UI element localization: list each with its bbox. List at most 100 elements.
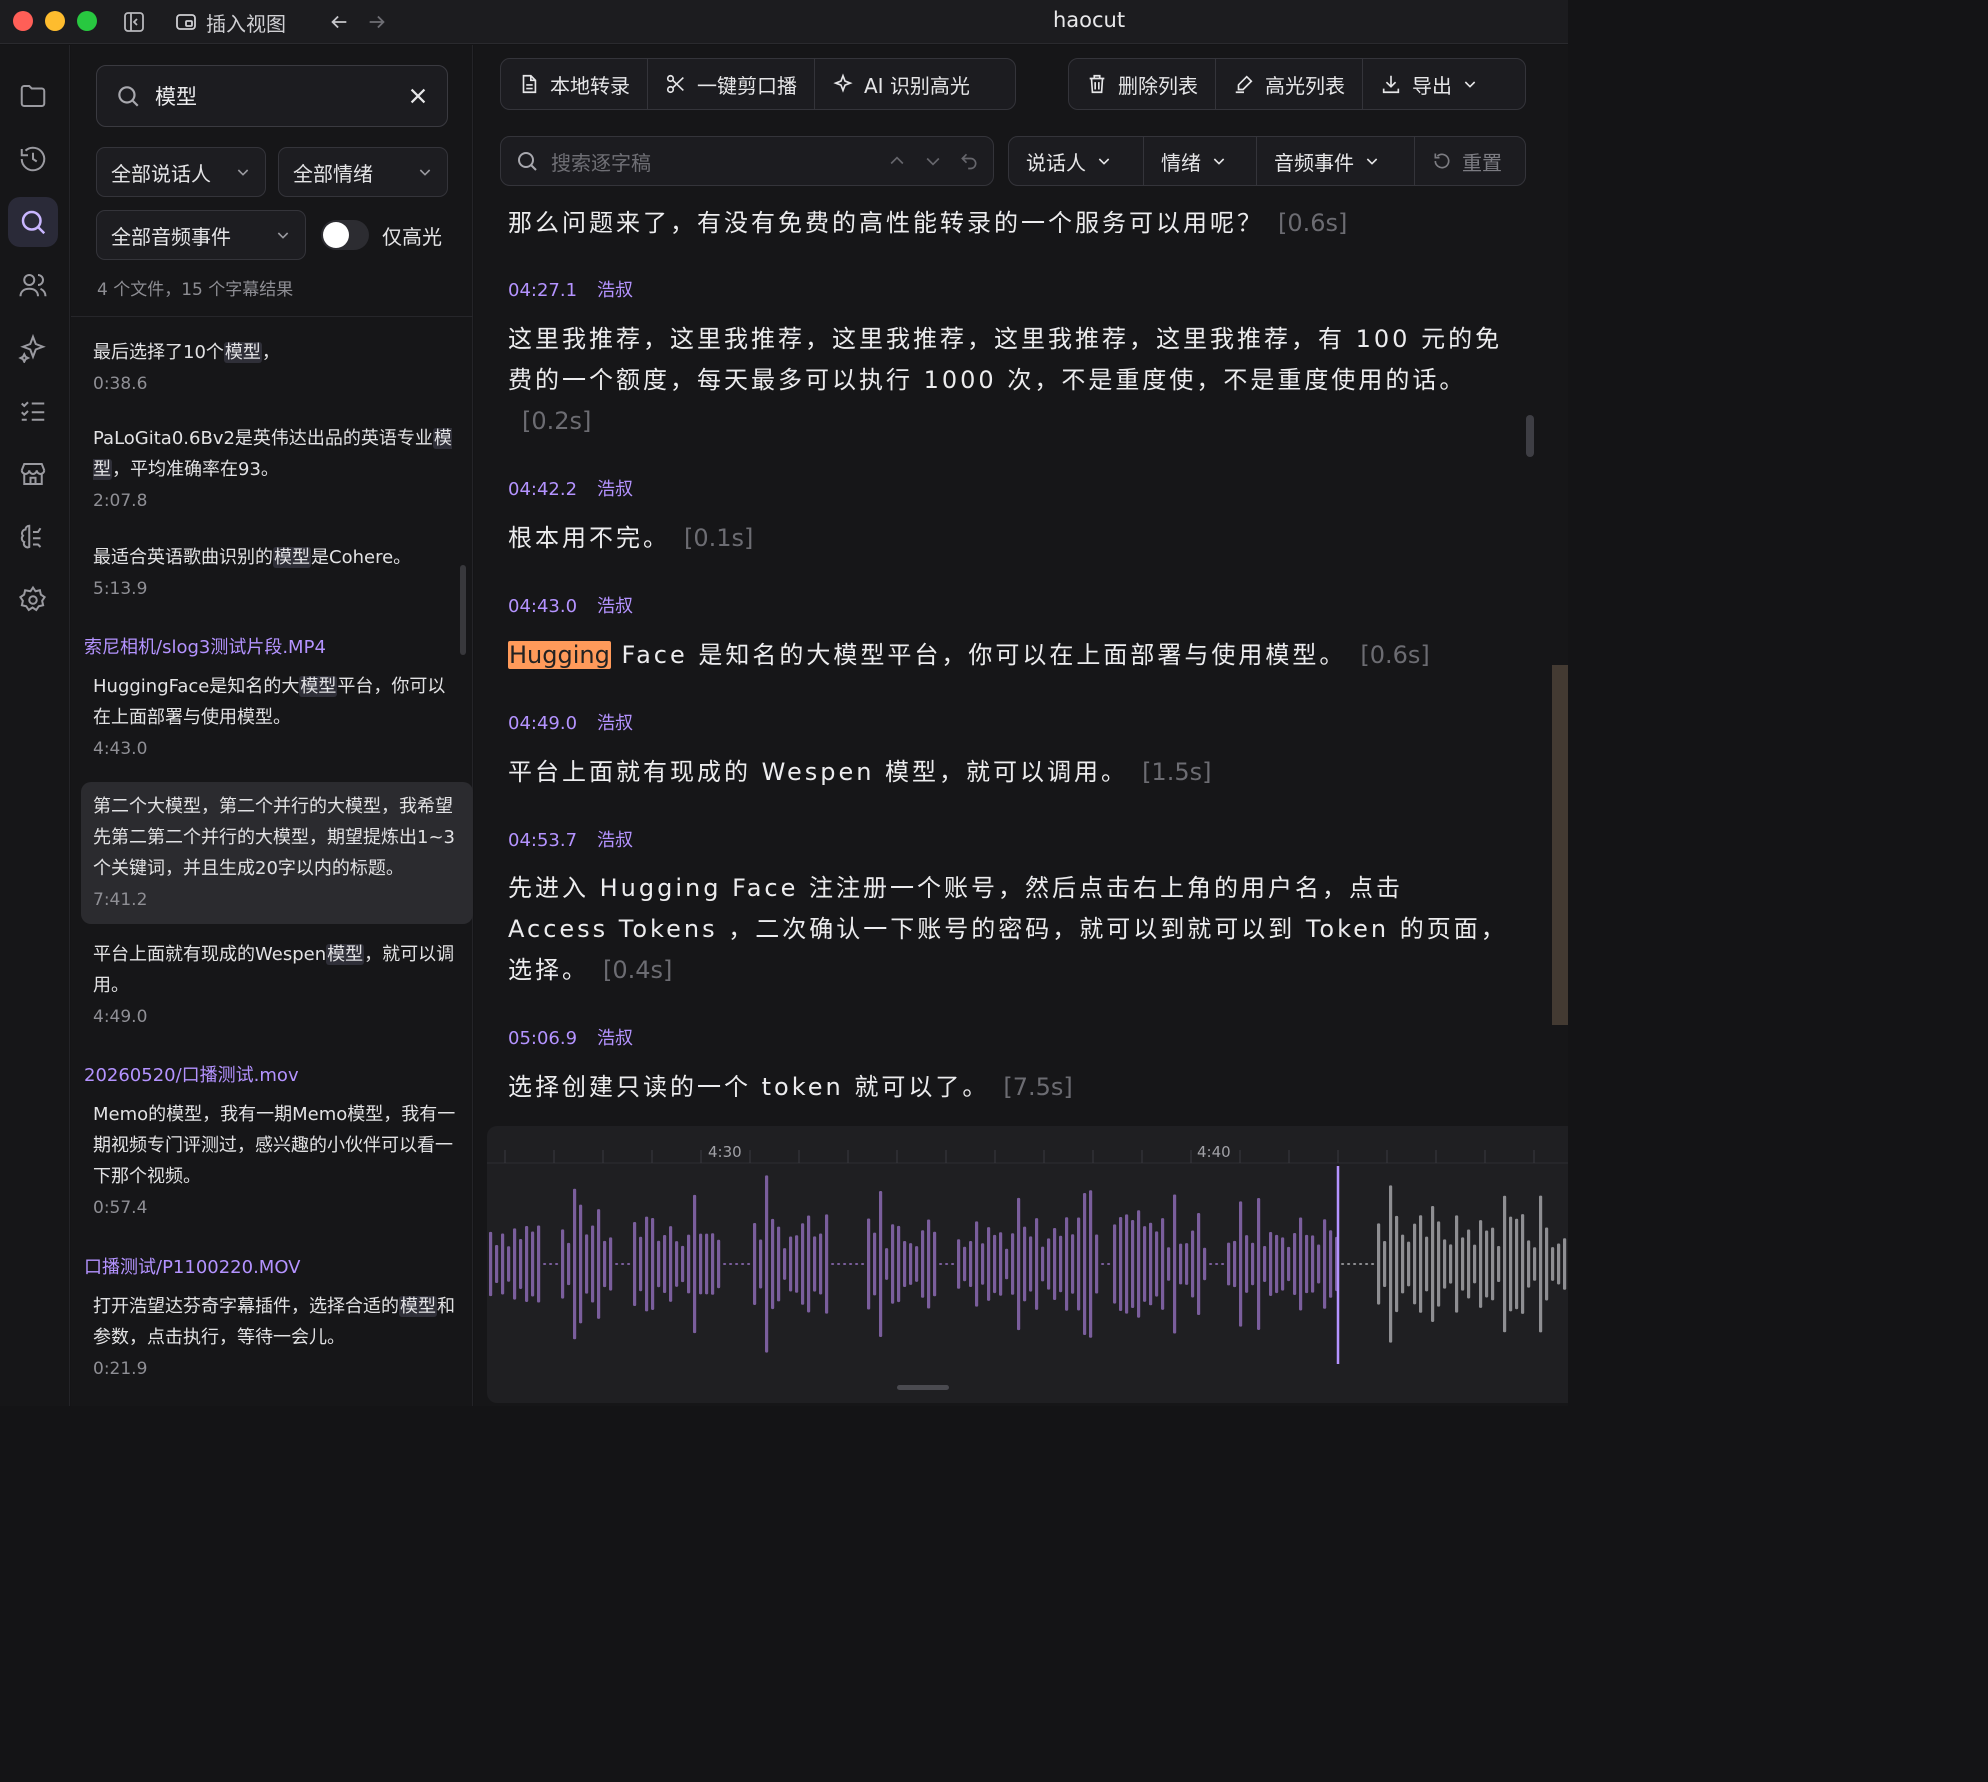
waveform-bar (885, 1248, 889, 1280)
file-group-header[interactable]: 20260520/口播测试.mov (84, 1061, 299, 1087)
segment-time[interactable]: 04:43.0 (508, 596, 577, 617)
waveform-bar (843, 1263, 847, 1265)
result-item[interactable]: 打开浩望达芬奇字幕插件，选择合适的模型和参数，点击执行，等待一会儿。 0:21.… (81, 1291, 473, 1379)
sparkles-icon[interactable] (8, 323, 58, 373)
folder-icon[interactable] (8, 71, 58, 121)
ai-highlight-button[interactable]: AI 识别高光 (815, 59, 987, 109)
emotion-label: 情绪 (1161, 150, 1201, 175)
search-icon (518, 152, 537, 171)
search-input[interactable]: 模型 (96, 65, 448, 127)
highlight-list-button[interactable]: 高光列表 (1216, 59, 1363, 109)
segment-speaker[interactable]: 浩叔 (597, 596, 633, 617)
segment-speaker[interactable]: 浩叔 (597, 280, 633, 301)
segment-speaker[interactable]: 浩叔 (597, 713, 633, 734)
result-item[interactable]: 最适合英语歌曲识别的模型是Cohere。 5:13.9 (81, 542, 473, 599)
transcript-line[interactable]: 这里我推荐，这里我推荐，这里我推荐，这里我推荐，这里我推荐，有 100 元的免费… (508, 319, 1508, 442)
segment-speaker[interactable]: 浩叔 (597, 479, 633, 500)
scrollbar[interactable] (460, 565, 466, 655)
waveform-bar (1257, 1198, 1261, 1330)
result-item-selected[interactable]: 第二个大模型，第二个并行的大模型，我希望先第二第二个并行的大模型，期望提炼出1~… (81, 782, 473, 924)
resize-handle[interactable] (897, 1385, 949, 1390)
chevron-up-icon[interactable] (887, 151, 907, 171)
waveform-bar (1497, 1245, 1501, 1283)
audio-event-filter-dropdown[interactable]: 全部音频事件 (96, 210, 306, 260)
result-item[interactable]: 平台上面就有现成的Wespen模型，就可以调用。 4:49.0 (81, 939, 473, 1027)
waveform-bar (837, 1263, 841, 1265)
waveform-bar (1149, 1222, 1153, 1306)
speaker-dropdown[interactable]: 说话人 (1009, 137, 1144, 185)
export-button[interactable]: 导出 (1363, 59, 1495, 109)
waveform-bar (687, 1234, 691, 1294)
result-item[interactable]: HuggingFace是知名的大模型平台，你可以在上面部署与使用模型。 4:43… (81, 671, 473, 759)
result-time: 4:49.0 (93, 1007, 148, 1027)
speaker-filter-dropdown[interactable]: 全部说话人 (96, 147, 266, 197)
emotion-filter-dropdown[interactable]: 全部情绪 (278, 147, 448, 197)
users-icon[interactable] (8, 260, 58, 310)
transcript-line[interactable]: 平台上面就有现成的 Wespen 模型，就可以调用。 [1.5s] (508, 752, 1508, 793)
waveform-bar (1071, 1234, 1075, 1294)
transcript-line[interactable]: Hugging Face 是知名的大模型平台，你可以在上面部署与使用模型。 [0.… (508, 635, 1508, 676)
waveform-bar (1479, 1220, 1483, 1308)
waveform-bar (1395, 1215, 1399, 1313)
settings-gear-icon[interactable] (8, 575, 58, 625)
segment-time[interactable]: 04:49.0 (508, 713, 577, 734)
transcript-line[interactable]: 先进入 Hugging Face 注注册一个账号，然后点击右上角的用户名，点击 … (508, 868, 1508, 991)
transcript-line[interactable]: 那么问题来了，有没有免费的高性能转录的一个服务可以用呢？ [0.6s] (508, 203, 1508, 244)
waveform-bar (783, 1248, 787, 1280)
list-check-icon[interactable] (8, 386, 58, 436)
waveform-bar (1263, 1246, 1267, 1282)
waveform-bar (1167, 1247, 1171, 1281)
waveform-bar (1233, 1240, 1237, 1288)
transcript-line[interactable]: 选择创建只读的一个 token 就可以了。 [7.5s] (508, 1067, 1508, 1108)
segment-time[interactable]: 04:27.1 (508, 280, 577, 301)
undo-icon[interactable] (959, 151, 979, 171)
one-click-cut-button[interactable]: 一键剪口播 (648, 59, 815, 109)
emotion-dropdown[interactable]: 情绪 (1144, 137, 1257, 185)
chevron-down-icon[interactable] (923, 151, 943, 171)
waveform-timeline[interactable]: 4:30 4:40 (487, 1126, 1568, 1403)
waveform-bar (1005, 1248, 1009, 1280)
clear-search-icon[interactable] (407, 85, 429, 107)
delete-list-button[interactable]: 删除列表 (1069, 59, 1216, 109)
search-query[interactable]: 模型 (155, 81, 407, 111)
waveform-bar (879, 1190, 883, 1338)
waveform-bar (495, 1244, 499, 1284)
waveform-bar (1245, 1235, 1249, 1293)
waveform-bar (1353, 1263, 1357, 1265)
transcript-search-input[interactable]: 搜索逐字稿 (500, 136, 994, 186)
segment-speaker[interactable]: 浩叔 (597, 1028, 633, 1049)
waveform-bar (609, 1237, 613, 1291)
segment-time[interactable]: 04:42.2 (508, 479, 577, 500)
result-item[interactable]: Memo的模型，我有一期Memo模型，我有一期视频专门评测过，感兴趣的小伙伴可以… (81, 1099, 473, 1218)
result-item[interactable]: PaLoGita0.6Bv2是英伟达出品的英语专业模型，平均准确率在93。 2:… (81, 423, 473, 511)
one-click-cut-label: 一键剪口播 (697, 73, 797, 98)
waveform[interactable]: 4:30 4:40 (487, 1126, 1568, 1403)
store-icon[interactable] (8, 449, 58, 499)
waveform-bar (1023, 1226, 1027, 1302)
result-item[interactable]: 最后选择了10个模型， 0:38.6 (81, 337, 473, 394)
waveform-bar (1425, 1236, 1429, 1292)
transcript-line[interactable]: 根本用不完。 [0.1s] (508, 518, 1508, 559)
waveform-bar (1197, 1212, 1201, 1316)
waveform-bar (699, 1233, 703, 1295)
ai-highlight-label: AI 识别高光 (864, 73, 970, 98)
scrollbar[interactable] (1526, 415, 1534, 457)
file-group-header[interactable]: 索尼相机/slog3测试片段.MP4 (84, 633, 326, 659)
segment-time[interactable]: 04:53.7 (508, 830, 577, 851)
audio-event-dropdown[interactable]: 音频事件 (1257, 137, 1415, 185)
transcript-filter-bar: 说话人 情绪 音频事件 重置 (1008, 136, 1526, 186)
segment-speaker[interactable]: 浩叔 (597, 830, 633, 851)
waveform-bar (1407, 1241, 1411, 1287)
history-icon[interactable] (8, 134, 58, 184)
reset-button[interactable]: 重置 (1415, 137, 1519, 185)
waveform-bar (1275, 1234, 1279, 1294)
brain-icon[interactable] (8, 512, 58, 562)
waveform-bar (1545, 1227, 1549, 1301)
file-group-header[interactable]: 口播测试/P1100220.MOV (84, 1253, 301, 1279)
highlight-only-toggle[interactable] (321, 220, 369, 250)
search-icon[interactable] (8, 197, 58, 247)
chevron-down-icon (1366, 158, 1378, 165)
segment-time[interactable]: 05:06.9 (508, 1028, 577, 1049)
chevron-down-icon (1464, 81, 1476, 88)
local-transcribe-button[interactable]: 本地转录 (501, 59, 648, 109)
